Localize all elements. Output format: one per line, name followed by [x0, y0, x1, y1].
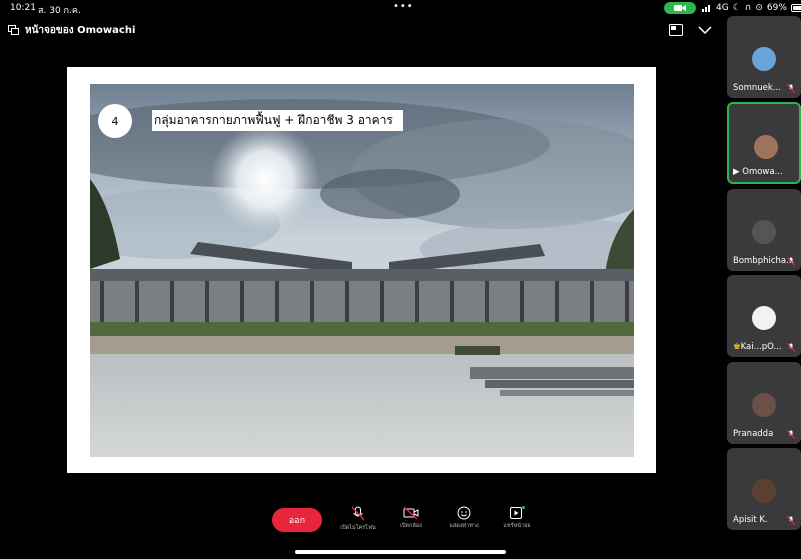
emoji-icon: [457, 506, 471, 520]
status-time: 10:21: [10, 3, 36, 13]
participant-tile[interactable]: Pranadda: [727, 362, 801, 444]
mic-toggle-label: เปิดไมโครโฟน: [340, 525, 376, 531]
camera-toggle-button[interactable]: เปิดกล้อง: [386, 506, 436, 530]
slide-caption: กลุ่มอาคารกายภาพฟื้นฟู + ฝึกอาชีพ 3 อาคา…: [152, 110, 403, 131]
mic-muted-icon: [787, 516, 795, 525]
chevron-down-icon[interactable]: [697, 22, 713, 38]
participant-tile[interactable]: Apisit K.: [727, 448, 801, 530]
share-title[interactable]: หน้าจอของ Omowachi: [8, 23, 135, 38]
avatar: [752, 220, 776, 244]
participant-name-text: Omowa...: [742, 167, 783, 177]
picture-in-picture-icon[interactable]: [668, 22, 684, 38]
battery-icon: [790, 4, 801, 12]
multitask-dots-icon[interactable]: •••: [393, 1, 414, 12]
participant-name: Bombphicha...: [733, 256, 795, 266]
share-screen-button[interactable]: แชร์หน้าจอ: [492, 506, 542, 530]
home-indicator[interactable]: [295, 550, 506, 554]
avatar: [752, 479, 776, 503]
mic-muted-icon: [787, 84, 795, 93]
participant-name: Pranadda: [733, 429, 774, 439]
meeting-top-bar: หน้าจอของ Omowachi: [0, 20, 720, 40]
share-screen-icon: [510, 506, 525, 519]
screen-share-icon: [8, 25, 19, 35]
headphones-icon: ∩: [744, 3, 752, 13]
network-label: 4G: [716, 3, 729, 13]
participant-tile[interactable]: Somnuek...: [727, 16, 801, 98]
participant-tile[interactable]: ♚Kai...pO...: [727, 275, 801, 357]
leave-button[interactable]: ออก: [272, 508, 322, 532]
mic-muted-icon: [787, 430, 795, 439]
mic-muted-icon: [787, 343, 795, 352]
status-bar: 10:21 ส. 30 ก.ค. ••• 4G ☾ ∩ ⊙ 69%: [0, 0, 801, 16]
avatar: [752, 47, 776, 71]
status-date: ส. 30 ก.ค.: [38, 6, 81, 16]
camera-in-use-icon: [664, 2, 696, 14]
share-title-text: หน้าจอของ Omowachi: [25, 25, 136, 36]
participant-name-text: Kai...pO...: [740, 342, 782, 352]
slide-number-badge: 4: [98, 104, 132, 138]
participant-name: Somnuek...: [733, 83, 781, 93]
reactions-label: แสดงท่าทาง: [449, 523, 479, 529]
camera-toggle-label: เปิดกล้อง: [400, 523, 422, 529]
participant-tile[interactable]: Bombphicha...: [727, 189, 801, 271]
participant-name: ▶ Omowa...: [733, 167, 783, 177]
mic-muted-icon: [787, 257, 795, 266]
participant-name: Apisit K.: [733, 515, 768, 525]
share-screen-label: แชร์หน้าจอ: [503, 523, 531, 529]
avatar: [754, 135, 778, 159]
shared-slide: 4 กลุ่มอาคารกายภาพฟื้นฟู + ฝึกอาชีพ 3 อา…: [67, 67, 656, 473]
building-photo: 4 กลุ่มอาคารกายภาพฟื้นฟู + ฝึกอาชีพ 3 อา…: [90, 84, 634, 457]
lock-rotation-icon: ⊙: [755, 3, 763, 13]
participant-name: ♚Kai...pO...: [733, 342, 782, 352]
screen-share-indicator-icon: ▶: [733, 167, 743, 177]
avatar: [752, 306, 776, 330]
mic-toggle-button[interactable]: เปิดไมโครโฟน: [333, 506, 383, 532]
host-crown-icon: ♚: [733, 342, 741, 352]
status-icons: 4G ☾ ∩ ⊙ 69%: [702, 3, 801, 13]
signal-icon: [702, 5, 710, 12]
battery-label: 69%: [766, 3, 787, 13]
avatar: [752, 393, 776, 417]
moon-icon: ☾: [732, 3, 741, 13]
participant-tile[interactable]: ▶ Omowa...: [727, 102, 801, 184]
meeting-controls: ออก เปิดไมโครโฟน เปิดกล้อง แสดงท่าทาง แช…: [0, 500, 720, 550]
mic-off-icon: [351, 506, 365, 521]
camera-off-icon: [403, 506, 419, 520]
reactions-button[interactable]: แสดงท่าทาง: [439, 506, 489, 530]
